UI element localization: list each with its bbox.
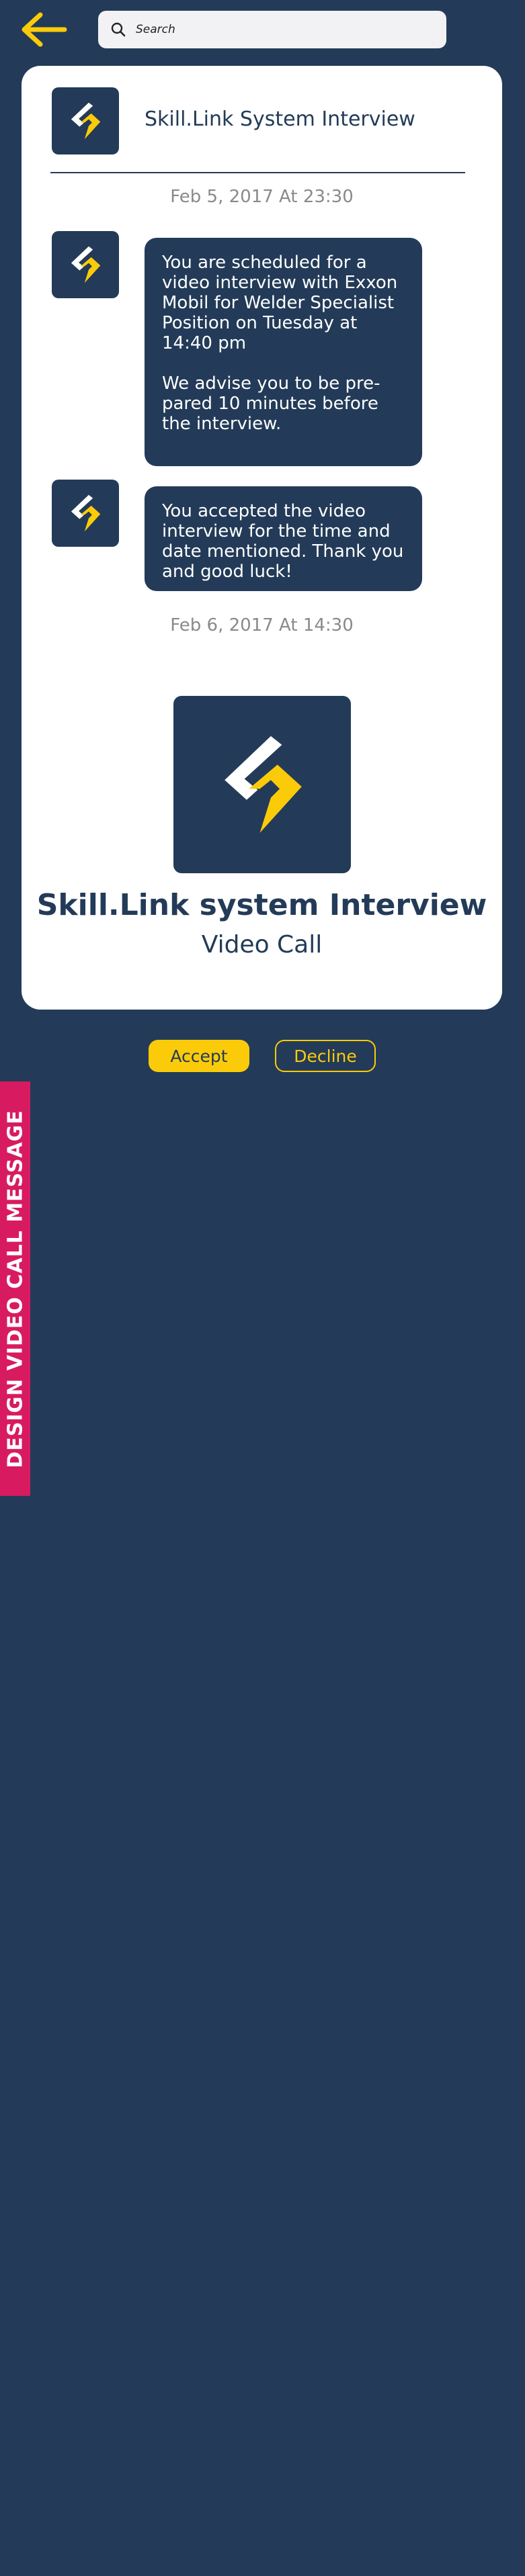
side-banner-text: DESIGN VIDEO CALL MESSAGE [3, 1109, 27, 1468]
search-icon [111, 22, 126, 37]
message-text: You accepted the video interview for the… [162, 501, 404, 582]
avatar [52, 231, 119, 298]
call-logo [173, 696, 351, 873]
message-text: You are scheduled for a video interview … [162, 253, 398, 353]
search-input[interactable] [134, 22, 433, 37]
conversation-title: Skill.Link System Interview [145, 107, 415, 131]
avatar [52, 480, 119, 547]
conversation-card: Skill.Link System Interview Feb 5, 2017 … [22, 66, 502, 1010]
divider [50, 172, 465, 173]
message-timestamp: Feb 5, 2017 At 23:30 [170, 187, 354, 207]
message-timestamp: Feb 6, 2017 At 14:30 [170, 615, 354, 635]
skill-link-logo-icon [71, 246, 101, 283]
skill-link-logo-icon [225, 736, 302, 834]
accept-button[interactable]: Accept [149, 1040, 249, 1072]
side-banner: DESIGN VIDEO CALL MESSAGE [0, 1081, 30, 1496]
message-text: We advise you to be pre-pared 10 minutes… [162, 373, 380, 434]
message-bubble: You are scheduled for a video interview … [145, 238, 422, 466]
skill-link-logo-icon [71, 494, 101, 532]
top-bar [0, 0, 525, 60]
avatar [52, 87, 119, 154]
message-bubble: You accepted the video interview for the… [145, 486, 422, 591]
skill-link-logo-icon [71, 102, 101, 140]
call-title: Skill.Link system Interview [36, 888, 487, 922]
call-subtitle: Video Call [201, 931, 323, 959]
decline-button[interactable]: Decline [275, 1040, 376, 1072]
back-arrow-icon[interactable] [20, 12, 67, 47]
search-bar[interactable] [98, 11, 446, 48]
